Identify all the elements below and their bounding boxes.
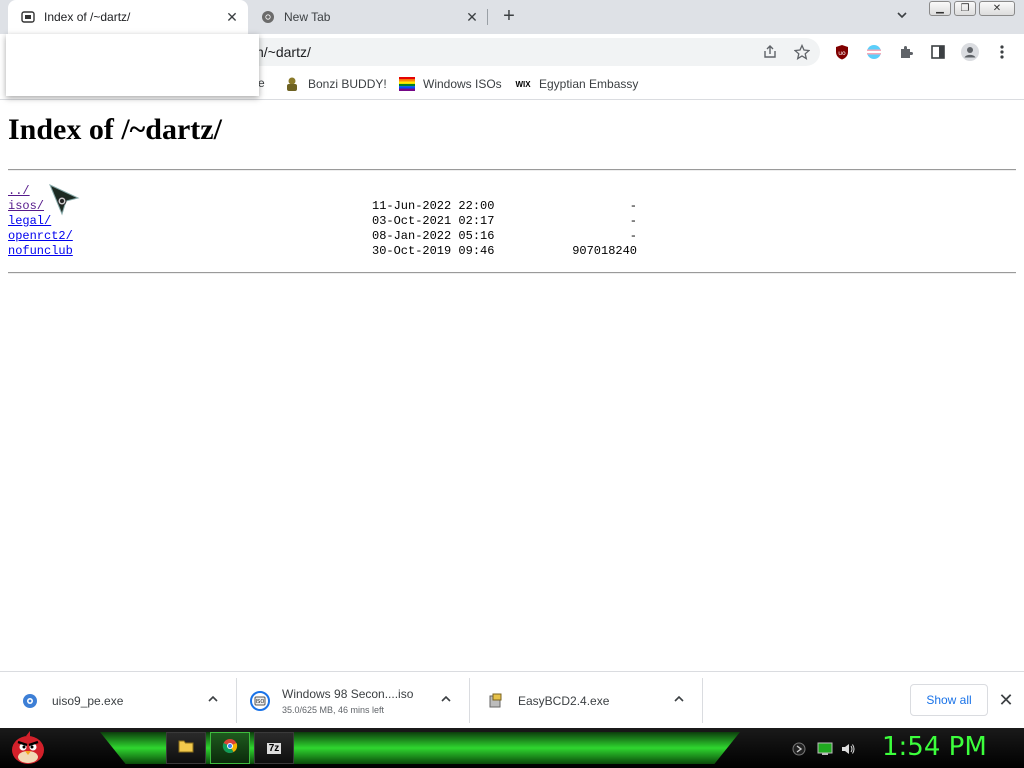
chevron-up-icon[interactable] — [206, 692, 222, 708]
bookmark-label: e — [258, 76, 265, 90]
downloads-bar: uiso9_pe.exe ISO Windows 98 Secon....iso… — [0, 671, 1024, 728]
list-item: openrct2/ 08-Jan-2022 05:16 - — [8, 229, 708, 244]
ublock-origin-icon[interactable]: uo — [832, 42, 852, 62]
show-all-button[interactable]: Show all — [910, 684, 988, 716]
entry-date: 08-Jan-2022 05:16 — [372, 229, 495, 243]
mouse-cursor-icon — [48, 184, 80, 221]
entry-link-legal[interactable]: legal/ — [8, 214, 51, 229]
tab-separator — [487, 9, 488, 25]
entry-date: 03-Oct-2021 02:17 — [372, 214, 495, 228]
bookmark-partial[interactable]: e — [258, 76, 265, 90]
tab-hover-card — [6, 34, 259, 96]
taskbar-chrome[interactable] — [210, 732, 250, 764]
uiso-file-icon — [20, 691, 40, 711]
wix-icon: WIX — [515, 79, 531, 89]
volume-icon[interactable] — [840, 741, 856, 757]
close-downloads-icon[interactable]: ✕ — [996, 690, 1016, 710]
download-separator — [702, 678, 703, 723]
profile-avatar-icon[interactable] — [960, 42, 980, 62]
entry-size: - — [629, 199, 637, 213]
download-item-in-progress[interactable]: ISO Windows 98 Secon....iso 35.0/625 MB,… — [250, 672, 469, 729]
network-monitor-icon[interactable] — [817, 741, 833, 757]
download-name: uiso9_pe.exe — [52, 693, 124, 708]
parent-directory-link[interactable]: ../ — [8, 184, 30, 199]
bookmark-windows-isos[interactable]: Windows ISOs — [399, 76, 502, 92]
7zip-icon: 7z — [266, 742, 282, 754]
start-button-angry-bird-icon[interactable] — [8, 730, 48, 766]
svg-text:uo: uo — [838, 50, 846, 57]
bonzi-icon — [284, 76, 300, 92]
tab-index-dartz[interactable]: Index of /~dartz/ ✕ — [8, 0, 248, 34]
download-item[interactable]: uiso9_pe.exe — [20, 672, 236, 729]
entry-link-nofunclub[interactable]: nofunclub — [8, 244, 73, 259]
list-item: ../ — [8, 184, 708, 199]
download-progress-text: 35.0/625 MB, 46 mins left — [282, 704, 385, 715]
tray-app-icon[interactable] — [791, 741, 807, 757]
bookmark-bonzi-buddy[interactable]: Bonzi BUDDY! — [284, 76, 387, 92]
entry-date: 30-Oct-2019 09:46 — [372, 244, 495, 258]
entry-size: - — [629, 229, 637, 243]
entry-size: 907018240 — [572, 244, 637, 258]
download-name: Windows 98 Secon....iso — [282, 686, 414, 701]
download-name: EasyBCD2.4.exe — [518, 693, 610, 708]
tab-new-tab[interactable]: New Tab ✕ — [248, 0, 488, 34]
entry-size: - — [629, 214, 637, 228]
extension-flag-icon[interactable] — [864, 42, 884, 62]
download-separator — [236, 678, 237, 723]
tab-label: Index of /~dartz/ — [44, 10, 131, 24]
taskbar-clock[interactable]: 1:54 PM — [882, 732, 987, 762]
list-item: legal/ 03-Oct-2021 02:17 - — [8, 214, 708, 229]
download-separator — [469, 678, 470, 723]
taskbar-file-explorer[interactable] — [166, 732, 206, 764]
url-text[interactable]: n/~dartz/ — [256, 44, 311, 60]
taskbar: 7z 1:54 PM — [0, 728, 1024, 768]
chevron-up-icon[interactable] — [672, 692, 688, 708]
download-item[interactable]: EasyBCD2.4.exe — [486, 672, 702, 729]
restore-button[interactable]: ❐ — [954, 1, 976, 16]
tab-strip: Index of /~dartz/ ✕ New Tab ✕ + ▁ ❐ ✕ — [0, 0, 1024, 34]
site-favicon-icon — [20, 9, 36, 25]
bottom-divider — [8, 272, 1016, 274]
chevron-up-icon[interactable] — [439, 692, 455, 708]
list-item: isos/ 11-Jun-2022 22:00 - — [8, 199, 708, 214]
bookmark-label: Windows ISOs — [423, 77, 502, 91]
list-item: nofunclub 30-Oct-2019 09:46 907018240 — [8, 244, 708, 259]
chrome-icon — [222, 738, 238, 759]
page-title: Index of /~dartz/ — [8, 113, 222, 146]
installer-file-icon — [486, 691, 506, 711]
top-divider — [8, 169, 1016, 171]
chrome-icon — [260, 9, 276, 25]
close-tab-icon[interactable]: ✕ — [462, 7, 482, 27]
tab-search-chevron-icon[interactable] — [895, 8, 915, 28]
close-window-button[interactable]: ✕ — [979, 1, 1015, 16]
bookmark-label: Bonzi BUDDY! — [308, 77, 387, 91]
side-panel-icon[interactable] — [928, 42, 948, 62]
bookmark-egyptian-embassy[interactable]: WIX Egyptian Embassy — [515, 76, 638, 92]
download-text: Windows 98 Secon....iso 35.0/625 MB, 46 … — [282, 687, 413, 715]
bookmark-star-icon[interactable] — [792, 42, 812, 62]
extensions-puzzle-icon[interactable] — [896, 42, 916, 62]
bookmark-label: Egyptian Embassy — [539, 77, 639, 91]
rainbow-flag-icon — [399, 76, 415, 92]
close-tab-icon[interactable]: ✕ — [222, 7, 242, 27]
menu-kebab-icon[interactable] — [992, 42, 1012, 62]
share-icon[interactable] — [760, 42, 780, 62]
entry-date: 11-Jun-2022 22:00 — [372, 199, 495, 213]
svg-text:ISO: ISO — [256, 699, 265, 705]
entry-link-openrct2[interactable]: openrct2/ — [8, 229, 73, 244]
directory-listing: ../ isos/ 11-Jun-2022 22:00 - legal/ 03-… — [8, 184, 708, 259]
page-content: Index of /~dartz/ ../ isos/ 11-Jun-2022 … — [0, 101, 1024, 671]
taskbar-7zip[interactable]: 7z — [254, 732, 294, 764]
tab-label: New Tab — [284, 10, 331, 24]
entry-link-isos[interactable]: isos/ — [8, 199, 44, 214]
folder-icon — [178, 739, 194, 758]
iso-file-icon: ISO — [250, 690, 270, 711]
new-tab-button[interactable]: + — [498, 6, 520, 28]
minimize-button[interactable]: ▁ — [929, 1, 951, 16]
